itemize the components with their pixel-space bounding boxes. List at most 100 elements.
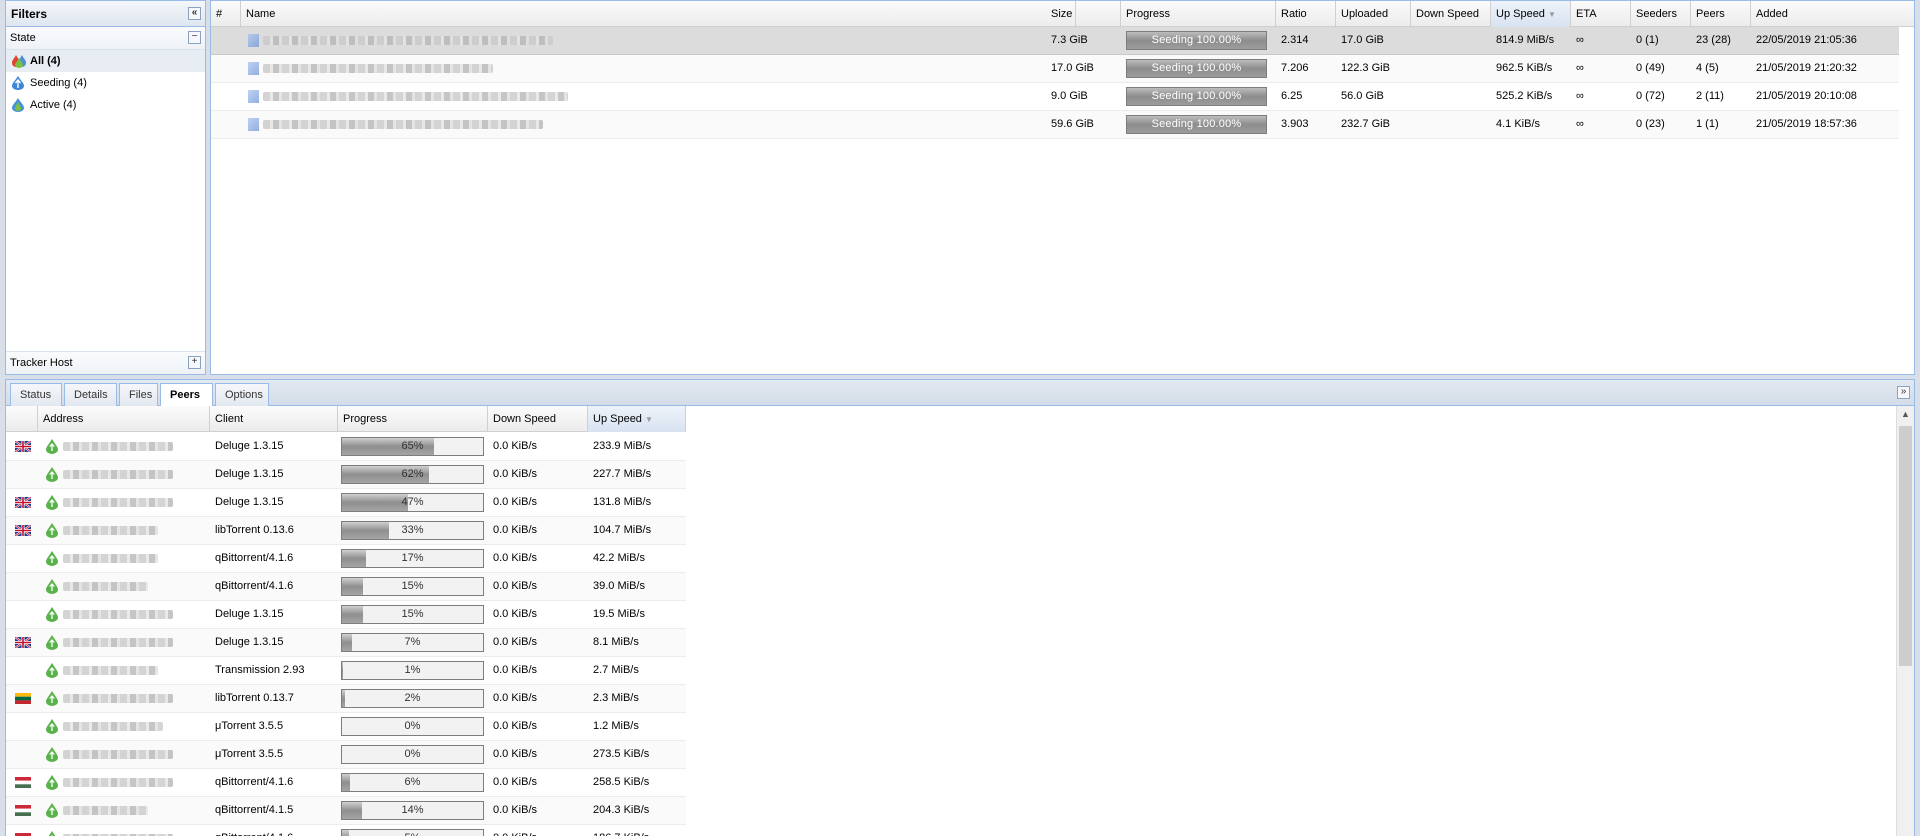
- column-flag[interactable]: [6, 406, 38, 432]
- peer-up-speed-cell: 186.7 KiB/s: [588, 825, 686, 836]
- peer-row[interactable]: qBittorrent/4.1.6 6% 0.0 KiB/s 258.5 KiB/s: [6, 769, 686, 797]
- column-client[interactable]: Client: [210, 406, 338, 432]
- peer-up-speed-cell: 1.2 MiB/s: [593, 720, 639, 732]
- details-panel: Status Details Files Peers Options » Address…: [5, 379, 1915, 836]
- peer-row[interactable]: Deluge 1.3.15 7% 0.0 KiB/s 8.1 MiB/s: [6, 629, 686, 657]
- peers-scrollbar[interactable]: ▲: [1896, 406, 1914, 836]
- torrent-size-cell: 17.0 GiB: [1051, 62, 1094, 74]
- column-peer-up-speed[interactable]: Up Speed ▼: [588, 406, 686, 432]
- collapse-state-icon[interactable]: −: [188, 31, 201, 44]
- peer-client-cell: Deluge 1.3.15: [215, 636, 284, 648]
- peer-progress-bar: 47%: [341, 493, 484, 512]
- torrent-row[interactable]: 7.3 GiB 2.314 17.0 GiB 814.9 MiB/s ∞ 0 (1) 23 …: [211, 27, 1899, 55]
- state-filter-item[interactable]: Active (4): [6, 94, 205, 116]
- column-peers[interactable]: Peers: [1691, 1, 1751, 27]
- torrent-row[interactable]: 17.0 GiB 7.206 122.3 GiB 962.5 KiB/s ∞ 0 (49)…: [211, 55, 1899, 83]
- progress-label: 14%: [401, 804, 424, 816]
- peer-up-speed-cell: 39.0 MiB/s: [593, 580, 645, 592]
- file-icon: [248, 34, 259, 47]
- peer-up-speed-cell: 131.8 MiB/s: [593, 496, 652, 508]
- torrent-ratio-cell: 7.206: [1281, 62, 1309, 74]
- peer-progress-bar: 5%: [341, 829, 484, 836]
- column-number[interactable]: #: [211, 1, 241, 27]
- peer-up-speed-cell: 19.5 MiB/s: [593, 608, 645, 620]
- column-peer-progress[interactable]: Progress: [338, 406, 488, 432]
- state-section-header[interactable]: State −: [6, 27, 205, 50]
- peer-down-speed-cell: 0.0 KiB/s: [493, 636, 538, 648]
- peer-row[interactable]: qBittorrent/4.1.5 14% 0.0 KiB/s 204.3 KiB/s: [6, 797, 686, 825]
- state-section-label: State: [10, 32, 36, 44]
- peer-progress-bar: 6%: [341, 773, 484, 792]
- peer-row[interactable]: qBittorrent/4.1.6 17% 0.0 KiB/s 42.2 MiB/s: [6, 545, 686, 573]
- peer-client-cell: qBittorrent/4.1.6: [215, 552, 294, 564]
- collapse-filters-icon[interactable]: «: [188, 7, 201, 20]
- column-up-speed-label: Up Speed: [1496, 8, 1545, 20]
- column-uploaded[interactable]: Uploaded: [1336, 1, 1411, 27]
- peer-row[interactable]: Deluge 1.3.15 62% 0.0 KiB/s 227.7 MiB/s: [6, 461, 686, 489]
- peer-row[interactable]: μTorrent 3.5.5 0% 0.0 KiB/s 1.2 MiB/s: [6, 713, 686, 741]
- peer-up-speed-cell: 42.2 MiB/s: [593, 552, 645, 564]
- progress-label: 1%: [404, 664, 421, 676]
- peer-down-speed-cell: 0.0 KiB/s: [493, 804, 538, 816]
- scroll-up-icon[interactable]: ▲: [1897, 406, 1914, 423]
- peer-address-redacted: [63, 554, 158, 563]
- scroll-thumb[interactable]: [1899, 426, 1912, 666]
- peer-row[interactable]: Deluge 1.3.15 15% 0.0 KiB/s 19.5 MiB/s: [6, 601, 686, 629]
- peer-row[interactable]: libTorrent 0.13.7 2% 0.0 KiB/s 2.3 MiB/s: [6, 685, 686, 713]
- tab-options[interactable]: Options: [215, 383, 269, 406]
- peer-row[interactable]: Deluge 1.3.15 47% 0.0 KiB/s 131.8 MiB/s: [6, 489, 686, 517]
- column-ratio[interactable]: Ratio: [1276, 1, 1336, 27]
- peer-up-speed-cell: 258.5 KiB/s: [593, 776, 650, 788]
- column-progress[interactable]: Progress: [1121, 1, 1276, 27]
- progress-label: 0%: [404, 720, 421, 732]
- torrent-row[interactable]: 59.6 GiB 3.903 232.7 GiB 4.1 KiB/s ∞ 0 (23) 1 …: [211, 111, 1899, 139]
- file-icon: [248, 90, 259, 103]
- peer-row[interactable]: Transmission 2.93 1% 0.0 KiB/s 2.7 MiB/s: [6, 657, 686, 685]
- peer-up-speed-cell: 227.7 MiB/s: [593, 468, 652, 480]
- all-state-icon: [12, 54, 26, 68]
- peer-row[interactable]: qBittorrent/4.1.6 5% 0.0 KiB/s186.7 KiB/s: [6, 825, 686, 836]
- peer-up-speed-cell: 104.7 MiB/s: [593, 524, 652, 536]
- peer-row[interactable]: libTorrent 0.13.6 33% 0.0 KiB/s 104.7 MiB/s: [6, 517, 686, 545]
- column-address[interactable]: Address: [38, 406, 210, 432]
- torrent-peers-cell: 23 (28): [1696, 34, 1731, 46]
- peer-row[interactable]: Deluge 1.3.15 65% 0.0 KiB/s 233.9 MiB/s: [6, 433, 686, 461]
- seed-peer-icon: [46, 635, 58, 653]
- seed-peer-icon: [46, 691, 58, 709]
- expand-tracker-icon[interactable]: +: [188, 356, 201, 369]
- progress-label: 7%: [404, 636, 421, 648]
- state-filter-item[interactable]: Seeding (4): [6, 72, 205, 94]
- peer-row[interactable]: μTorrent 3.5.5 0% 0.0 KiB/s 273.5 KiB/s: [6, 741, 686, 769]
- peer-down-speed-cell: 0.0 KiB/s: [493, 524, 538, 536]
- torrent-progress-bar: Seeding 100.00%: [1126, 115, 1267, 134]
- torrent-row[interactable]: 9.0 GiB 6.25 56.0 GiB 525.2 KiB/s ∞ 0 (72) 2 (…: [211, 83, 1899, 111]
- peer-client-cell: μTorrent 3.5.5: [215, 748, 284, 760]
- column-eta[interactable]: ETA: [1571, 1, 1631, 27]
- progress-label: 15%: [401, 580, 424, 592]
- seed-peer-icon: [46, 803, 58, 821]
- tracker-section-header[interactable]: Tracker Host +: [6, 351, 205, 374]
- column-up-speed[interactable]: Up Speed ▼: [1491, 1, 1571, 27]
- column-name[interactable]: Name: [241, 1, 1076, 27]
- progress-label: 17%: [401, 552, 424, 564]
- torrent-size-cell: 7.3 GiB: [1051, 34, 1088, 46]
- tab-peers[interactable]: Peers: [160, 383, 213, 407]
- state-filter-item[interactable]: All (4): [6, 50, 205, 72]
- peer-address-redacted: [63, 778, 173, 787]
- column-size[interactable]: Size: [1046, 1, 1121, 27]
- column-down-speed[interactable]: Down Speed: [1411, 1, 1491, 27]
- collapse-details-icon[interactable]: »: [1897, 386, 1910, 399]
- torrent-seeders-cell: 0 (1): [1636, 34, 1659, 46]
- tab-status[interactable]: Status: [10, 383, 62, 406]
- column-added[interactable]: Added: [1751, 1, 1914, 27]
- peer-client-cell: Deluge 1.3.15: [215, 608, 284, 620]
- column-peer-down-speed[interactable]: Down Speed: [488, 406, 588, 432]
- tab-details[interactable]: Details: [64, 383, 117, 406]
- progress-label: Seeding 100.00%: [1151, 118, 1242, 130]
- tab-files[interactable]: Files: [119, 383, 158, 406]
- column-seeders[interactable]: Seeders: [1631, 1, 1691, 27]
- peer-row[interactable]: qBittorrent/4.1.6 15% 0.0 KiB/s 39.0 MiB/s: [6, 573, 686, 601]
- peer-progress-bar: 33%: [341, 521, 484, 540]
- column-peer-up-speed-label: Up Speed: [593, 413, 642, 425]
- active-state-icon: [12, 98, 24, 112]
